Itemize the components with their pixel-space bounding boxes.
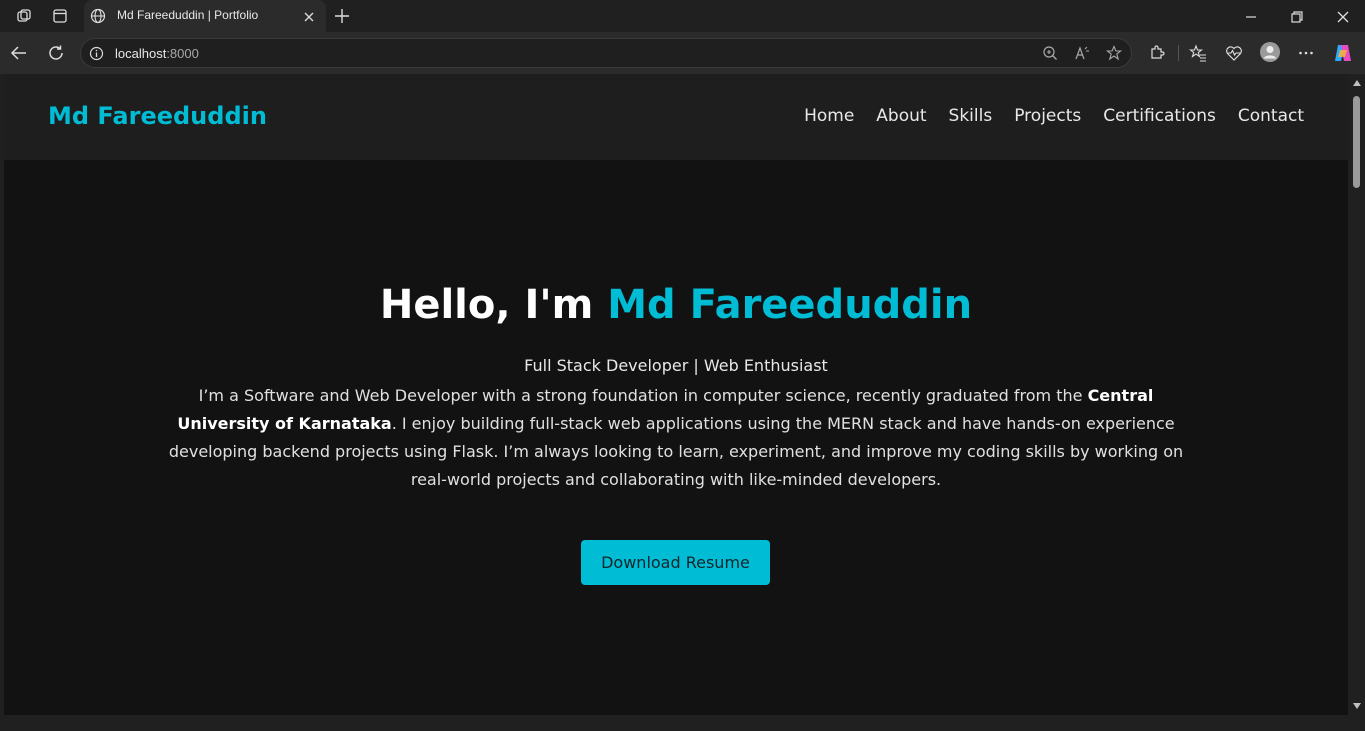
toolbar-divider (1178, 45, 1179, 61)
browser-tab-strip: Md Fareeduddin | Portfolio (0, 0, 1365, 33)
more-options-icon[interactable] (1297, 44, 1315, 62)
back-arrow-icon[interactable] (10, 44, 28, 62)
site-brand-logo[interactable]: Md Fareeduddin (48, 102, 267, 130)
profile-avatar-icon[interactable] (1259, 41, 1281, 63)
extensions-icon[interactable] (1148, 44, 1166, 62)
close-window-icon[interactable] (1336, 9, 1350, 23)
hero-title: Hello, I'm Md Fareeduddin (4, 282, 1348, 328)
scroll-up-arrow-icon[interactable] (1353, 80, 1361, 86)
restore-icon[interactable] (1290, 9, 1304, 23)
active-tab[interactable]: Md Fareeduddin | Portfolio (84, 0, 326, 33)
download-resume-button[interactable]: Download Resume (581, 540, 770, 585)
globe-icon (90, 8, 106, 24)
site-header: Md Fareeduddin Home About Skills Project… (4, 74, 1348, 160)
nav-contact[interactable]: Contact (1238, 106, 1304, 126)
hero-greeting: Hello, I'm (379, 282, 608, 328)
zoom-icon[interactable] (1042, 45, 1058, 61)
browser-toolbar: localhost:8000 (0, 32, 1365, 74)
hero-subtitle: Full Stack Developer | Web Enthusiast (524, 356, 828, 375)
copilot-icon[interactable] (1332, 42, 1354, 64)
close-tab-icon[interactable] (302, 9, 316, 23)
url-host: localhost (115, 46, 167, 61)
hero-name: Md Fareeduddin (607, 282, 973, 328)
minimize-icon[interactable] (1244, 9, 1258, 23)
page-viewport: Md Fareeduddin Home About Skills Project… (4, 74, 1348, 715)
site-nav: Home About Skills Projects Certification… (804, 106, 1304, 126)
url-text: localhost:8000 (115, 46, 199, 61)
address-bar[interactable]: localhost:8000 (80, 38, 1132, 68)
bio-text-start: I’m a Software and Web Developer with a … (198, 386, 1088, 405)
hero-bio: I’m a Software and Web Developer with a … (154, 382, 1198, 494)
read-aloud-icon[interactable] (1074, 45, 1090, 61)
page-scrollbar[interactable] (1348, 74, 1365, 715)
os-taskbar (0, 715, 1365, 731)
url-port: :8000 (166, 46, 199, 61)
new-tab-icon[interactable] (333, 7, 351, 25)
favorite-star-icon[interactable] (1105, 45, 1123, 61)
scroll-down-arrow-icon[interactable] (1353, 703, 1361, 709)
nav-certifications[interactable]: Certifications (1103, 106, 1216, 126)
nav-home[interactable]: Home (804, 106, 854, 126)
workspaces-icon[interactable] (15, 7, 33, 25)
nav-skills[interactable]: Skills (949, 106, 993, 126)
refresh-icon[interactable] (47, 44, 65, 62)
browser-essentials-icon[interactable] (1225, 44, 1243, 62)
nav-projects[interactable]: Projects (1014, 106, 1081, 126)
scrollbar-thumb[interactable] (1353, 96, 1360, 188)
tab-title: Md Fareeduddin | Portfolio (117, 8, 259, 22)
nav-about[interactable]: About (876, 106, 926, 126)
vertical-tabs-icon[interactable] (51, 7, 69, 25)
favorites-icon[interactable] (1188, 44, 1207, 62)
site-info-icon[interactable] (89, 46, 104, 61)
